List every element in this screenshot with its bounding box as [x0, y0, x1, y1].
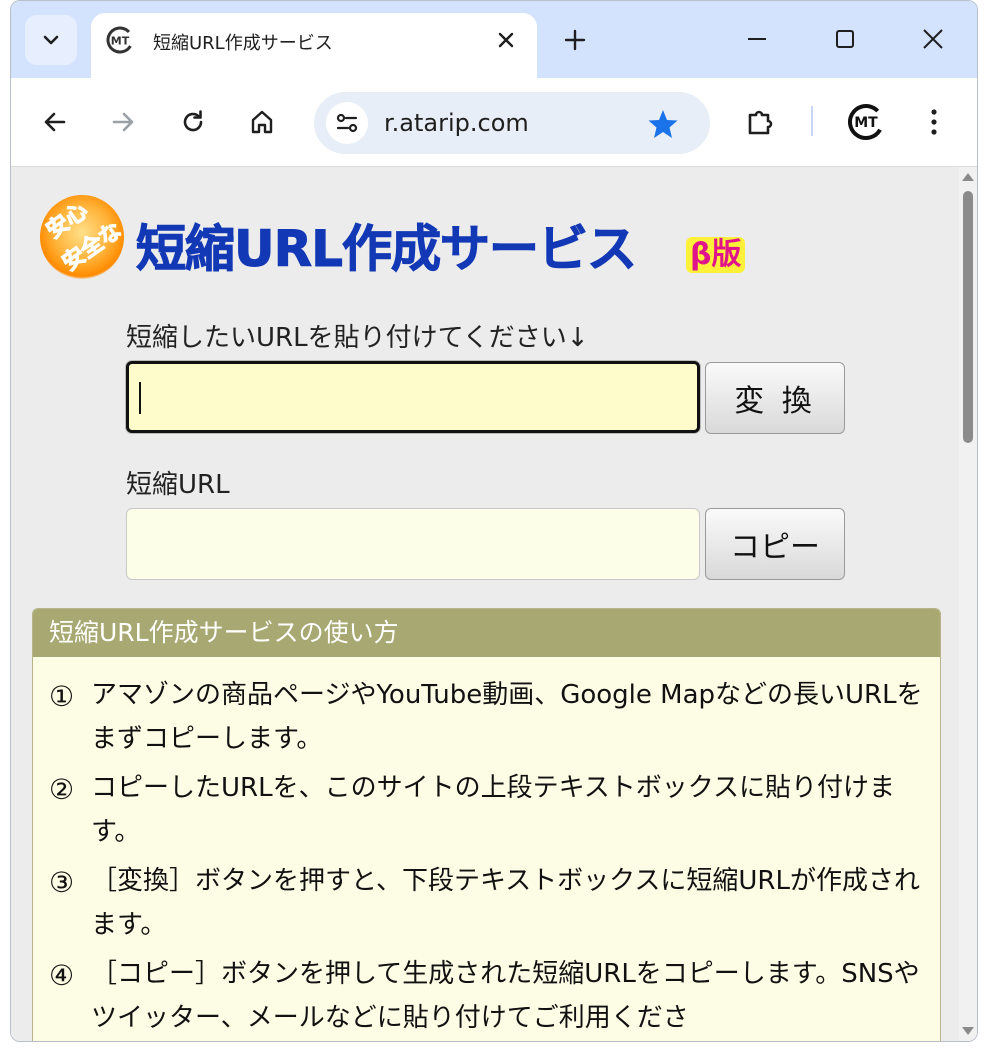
step-number: ②	[49, 773, 75, 806]
scroll-up-arrow-icon[interactable]	[962, 173, 974, 181]
close-icon	[923, 29, 943, 49]
tune-icon	[336, 113, 358, 133]
howto-steps: ① アマゾンの商品ページやYouTube動画、Google Mapなどの長いUR…	[49, 673, 929, 1041]
copy-button[interactable]: コピー	[705, 508, 845, 580]
toolbar-divider	[811, 106, 813, 136]
list-item: ④ ［コピー］ボタンを押して生成された短縮URLをコピーします。SNSやツイッタ…	[49, 952, 929, 1040]
mt-profile-icon: MT	[848, 104, 884, 140]
svg-text:MT: MT	[854, 115, 878, 131]
puzzle-icon	[748, 110, 773, 135]
chevron-down-icon	[43, 35, 59, 45]
tab-strip: MT 短縮URL作成サービス	[11, 1, 977, 79]
minimize-button[interactable]	[735, 19, 779, 59]
reload-button[interactable]	[173, 102, 213, 142]
scroll-down-arrow-icon[interactable]	[962, 1027, 974, 1035]
home-icon	[251, 110, 273, 134]
mt-favicon-icon: MT	[106, 26, 134, 54]
logo-badge: 安心 安全な	[40, 195, 127, 279]
site-logo: 安心 安全な 短縮URL作成サービス β版	[36, 189, 766, 289]
logo-title: 短縮URL作成サービス	[136, 220, 638, 279]
bookmark-star-icon[interactable]	[646, 107, 680, 141]
extensions-button[interactable]	[741, 102, 781, 142]
browser-toolbar: r.atarip.com MT	[11, 78, 977, 167]
browser-window: MT 短縮URL作成サービス r.atarip.com MT 安心 安全な 短縮…	[10, 0, 978, 1042]
text-caret	[139, 382, 141, 414]
beta-badge: β版	[686, 237, 746, 273]
home-button[interactable]	[242, 102, 282, 142]
reload-icon	[183, 110, 203, 132]
url-text[interactable]: r.atarip.com	[384, 109, 529, 137]
page-viewport: 安心 安全な 短縮URL作成サービス β版 短縮したいURLを貼り付けてください…	[11, 167, 977, 1041]
list-item: ② コピーしたURLを、このサイトの上段テキストボックスに貼り付けます。	[49, 766, 929, 854]
input-label: 短縮したいURLを貼り付けてください↓	[126, 323, 589, 353]
tab-close-button[interactable]	[491, 25, 521, 55]
tab-search-button[interactable]	[25, 15, 77, 65]
arrow-left-icon	[44, 112, 66, 132]
list-item: ① アマゾンの商品ページやYouTube動画、Google Mapなどの長いUR…	[49, 673, 929, 761]
convert-button[interactable]: 変 換	[705, 362, 845, 434]
list-item: ③ ［変換］ボタンを押すと、下段テキストボックスに短縮URLが作成されます。	[49, 859, 929, 947]
new-tab-button[interactable]	[556, 23, 594, 57]
menu-button[interactable]	[914, 102, 954, 142]
address-bar[interactable]: r.atarip.com	[314, 92, 710, 154]
tab-title: 短縮URL作成サービス	[153, 33, 333, 54]
howto-panel: 短縮URL作成サービスの使い方 ① アマゾンの商品ページやYouTube動画、G…	[32, 608, 941, 1041]
howto-heading: 短縮URL作成サービスの使い方	[33, 609, 940, 657]
plus-icon	[564, 29, 586, 51]
vertical-scrollbar[interactable]	[959, 167, 977, 1041]
svg-text:MT: MT	[111, 35, 130, 48]
scrollbar-thumb[interactable]	[963, 191, 973, 443]
window-close-button[interactable]	[911, 19, 955, 59]
close-icon	[498, 32, 514, 48]
output-label: 短縮URL	[126, 470, 230, 500]
step-text: コピーしたURLを、このサイトの上段テキストボックスに貼り付けます。	[91, 773, 896, 847]
minimize-icon	[748, 38, 766, 40]
site-info-button[interactable]	[326, 102, 368, 144]
step-number: ③	[49, 866, 75, 899]
back-button[interactable]	[35, 102, 75, 142]
step-number: ①	[49, 680, 75, 713]
maximize-button[interactable]	[823, 19, 867, 59]
maximize-icon	[836, 30, 854, 48]
tab-active[interactable]: MT 短縮URL作成サービス	[91, 13, 537, 79]
arrow-right-icon	[112, 112, 134, 132]
forward-button[interactable]	[103, 102, 143, 142]
long-url-input[interactable]	[126, 361, 700, 433]
step-text: ［変換］ボタンを押すと、下段テキストボックスに短縮URLが作成されます。	[91, 866, 920, 940]
step-text: ［コピー］ボタンを押して生成された短縮URLをコピーします。SNSやツイッター、…	[91, 959, 920, 1033]
short-url-output[interactable]	[126, 508, 700, 580]
kebab-menu-icon	[931, 109, 937, 135]
step-text: アマゾンの商品ページやYouTube動画、Google Mapなどの長いURLを…	[91, 680, 923, 754]
profile-button[interactable]: MT	[845, 101, 887, 143]
step-number: ④	[49, 959, 75, 992]
